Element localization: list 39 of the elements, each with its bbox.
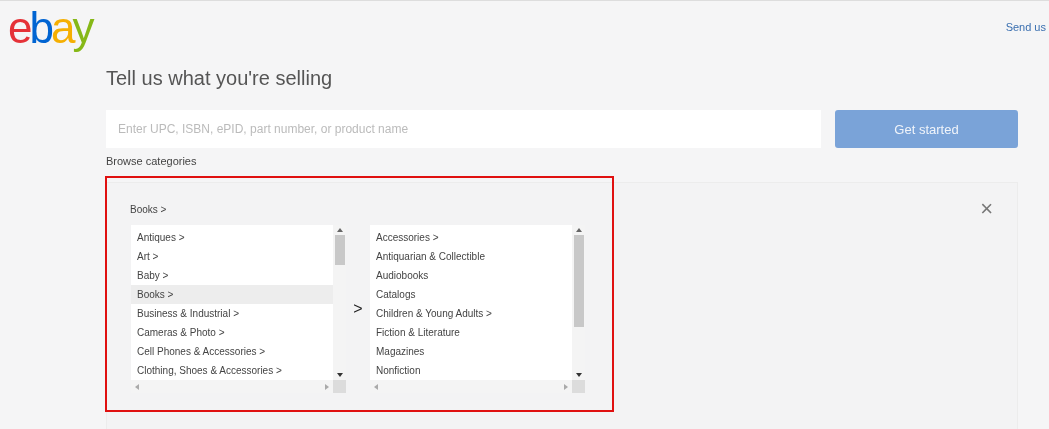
- category-item[interactable]: Fiction & Literature: [370, 323, 572, 342]
- scrollbar-corner: [333, 380, 346, 393]
- category-item[interactable]: Antiques >: [131, 228, 333, 247]
- category-item[interactable]: Art >: [131, 247, 333, 266]
- category-item[interactable]: Baby >: [131, 266, 333, 285]
- scroll-up-arrow-icon[interactable]: [574, 227, 583, 233]
- next-level-arrow: >: [352, 300, 364, 318]
- category-item[interactable]: Magazines: [370, 342, 572, 361]
- vertical-scrollbar[interactable]: [572, 225, 585, 380]
- search-field[interactable]: Enter UPC, ISBN, ePID, part number, or product name: [106, 110, 821, 148]
- page-heading: Tell us what you're selling: [106, 67, 334, 91]
- category-item[interactable]: Books >: [131, 285, 333, 304]
- close-button[interactable]: ×: [980, 199, 993, 219]
- scroll-right-arrow-icon[interactable]: [563, 382, 569, 391]
- category-item[interactable]: Accessories >: [370, 228, 572, 247]
- category-item[interactable]: Children & Young Adults >: [370, 304, 572, 323]
- category-item[interactable]: Antiquarian & Collectible: [370, 247, 572, 266]
- scroll-right-arrow-icon[interactable]: [324, 382, 330, 391]
- horizontal-scrollbar[interactable]: [370, 380, 585, 393]
- category-item[interactable]: Cameras & Photo >: [131, 323, 333, 342]
- scrollbar-thumb[interactable]: [334, 235, 345, 265]
- category-item[interactable]: Clothing, Shoes & Accessories >: [131, 361, 333, 380]
- scroll-up-arrow-icon[interactable]: [335, 227, 344, 233]
- scroll-down-arrow-icon[interactable]: [335, 372, 344, 378]
- scroll-down-arrow-icon[interactable]: [574, 372, 583, 378]
- ebay-logo[interactable]: ebay: [8, 5, 92, 51]
- browse-categories-label: Browse categories: [106, 155, 198, 167]
- category-item[interactable]: Audiobooks: [370, 266, 572, 285]
- category-item[interactable]: Cell Phones & Accessories >: [131, 342, 333, 361]
- scrollbar-thumb[interactable]: [573, 235, 584, 327]
- breadcrumb[interactable]: Books >: [130, 203, 167, 215]
- category-item[interactable]: Business & Industrial >: [131, 304, 333, 323]
- category-item[interactable]: Nonfiction: [370, 361, 572, 380]
- scrollbar-corner: [572, 380, 585, 393]
- feedback-link[interactable]: Send us: [1005, 21, 1046, 33]
- horizontal-scrollbar[interactable]: [131, 380, 346, 393]
- scroll-left-arrow-icon[interactable]: [373, 382, 379, 391]
- scroll-left-arrow-icon[interactable]: [134, 382, 140, 391]
- category-item[interactable]: Catalogs: [370, 285, 572, 304]
